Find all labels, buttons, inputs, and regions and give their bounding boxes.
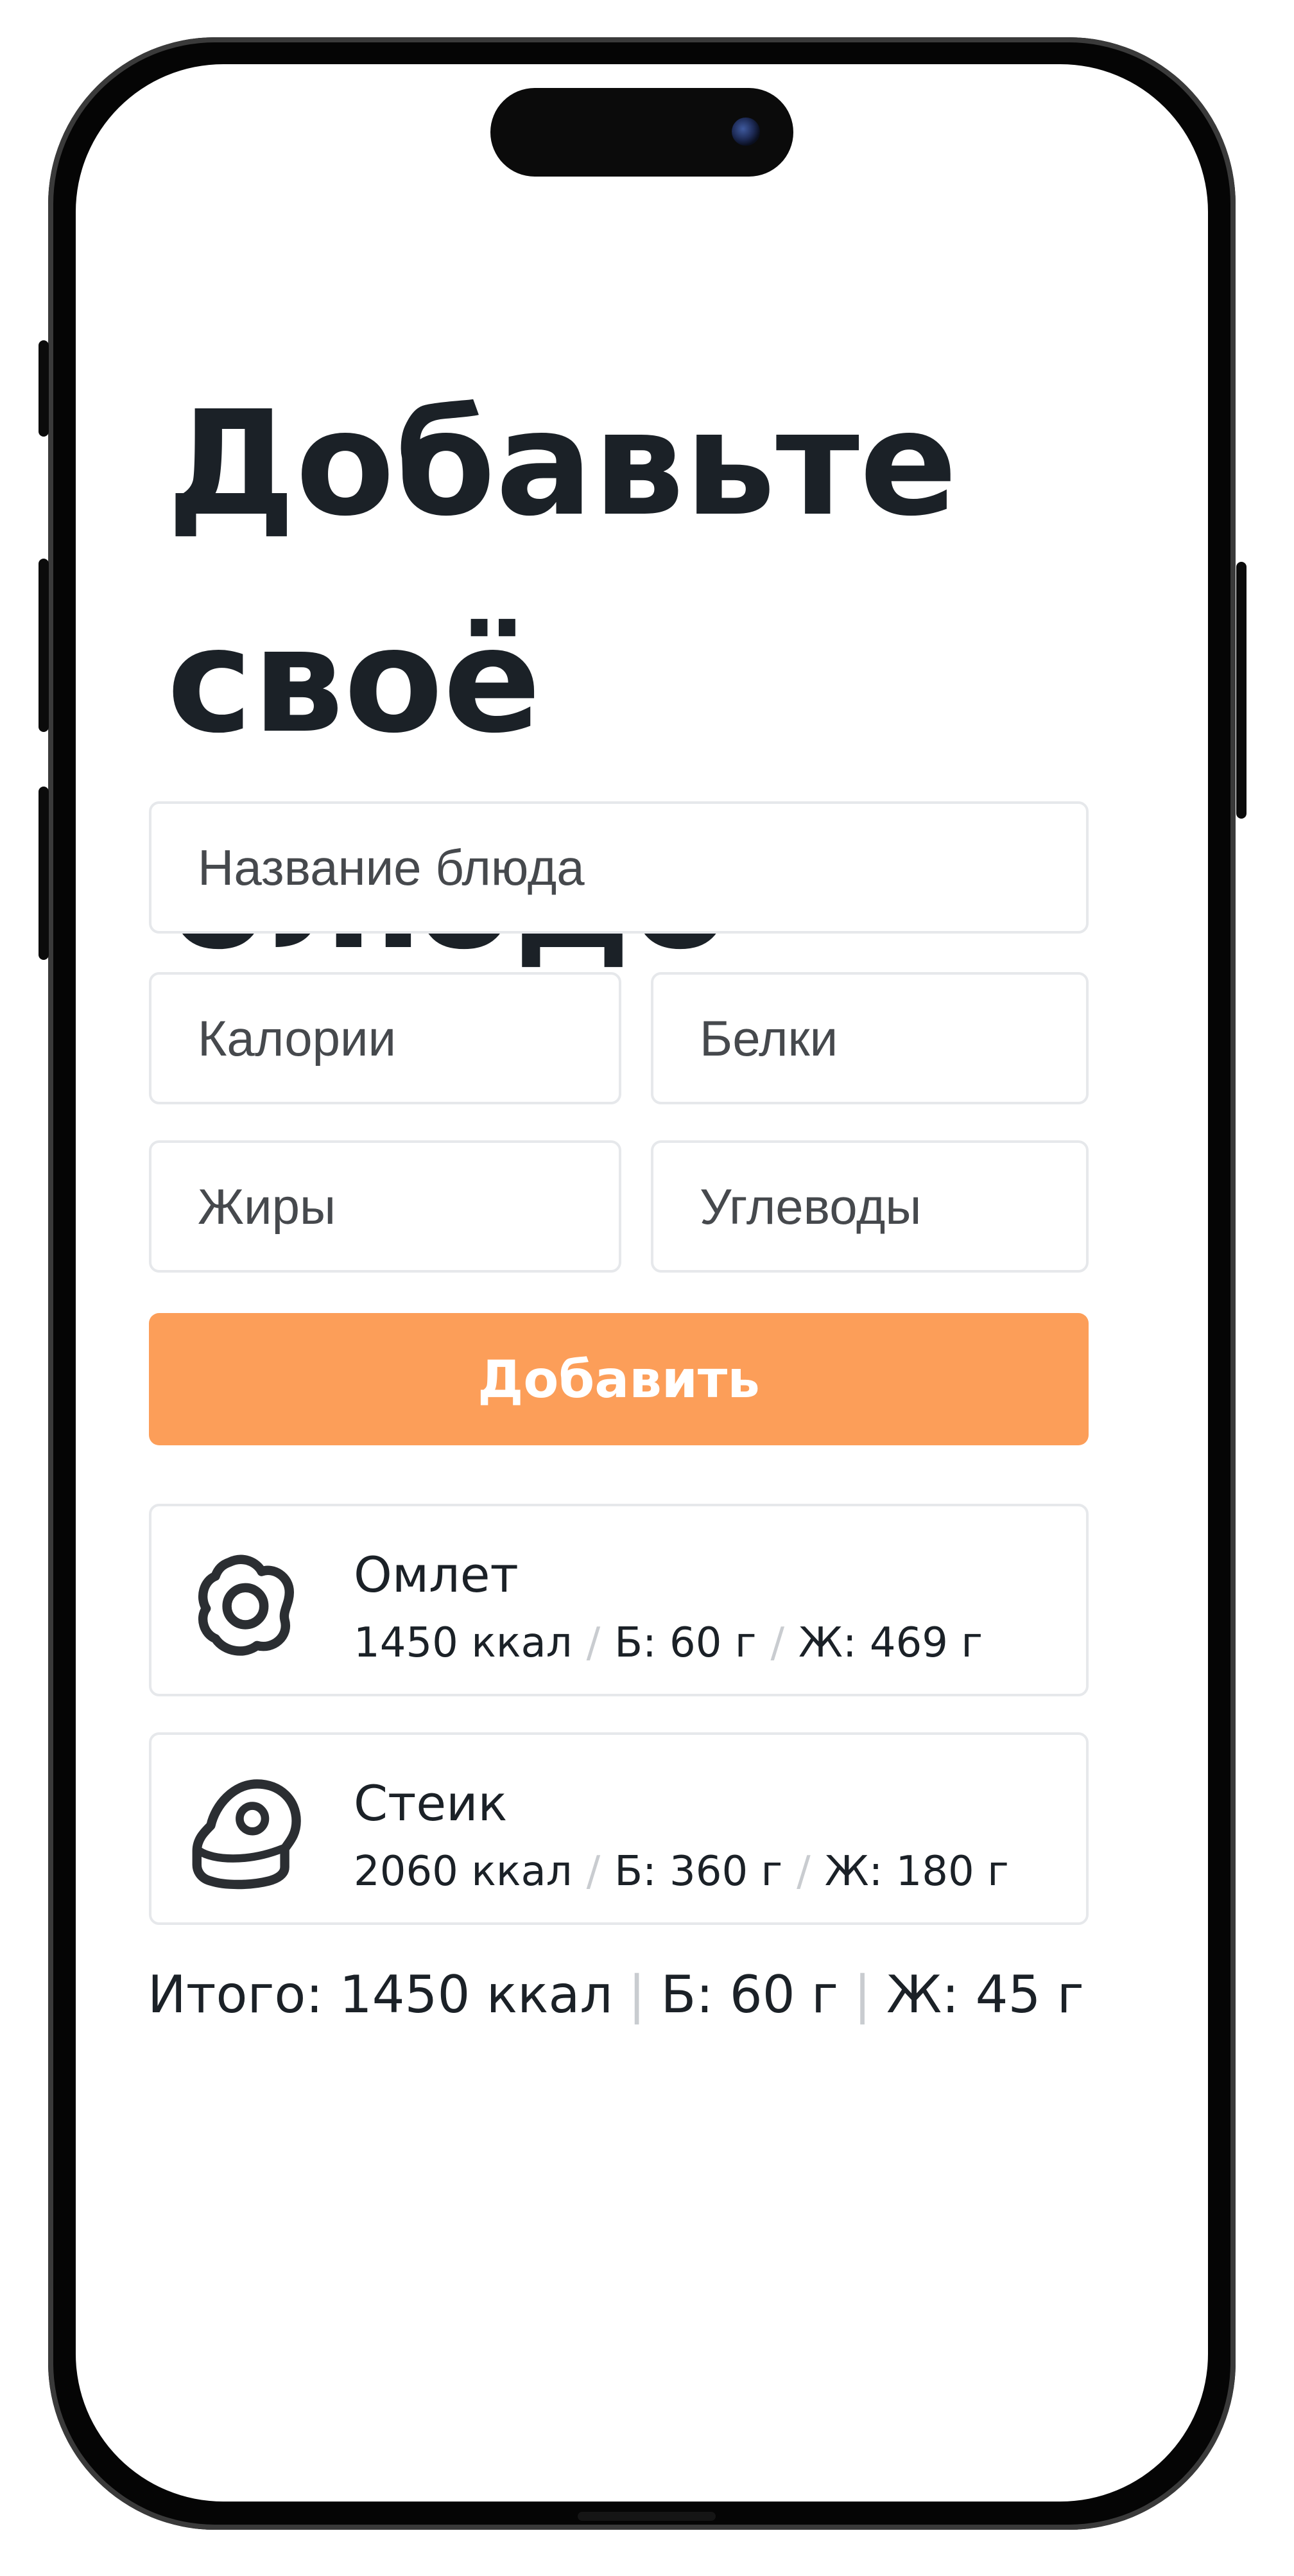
protein-input[interactable] bbox=[651, 972, 1089, 1104]
steak-icon bbox=[192, 1779, 301, 1890]
dish-fat: Ж: 469 г bbox=[798, 1619, 983, 1667]
separator: | bbox=[854, 1965, 872, 2024]
page-title-line-1: Добавьте bbox=[167, 380, 958, 548]
front-camera bbox=[732, 117, 760, 146]
separator: / bbox=[586, 1848, 601, 1895]
home-indicator bbox=[578, 2512, 716, 2521]
totals-summary: Итого: 1450 ккал | Б: 60 г | Ж: 45 г bbox=[148, 1965, 1084, 2024]
dish-protein: Б: 60 г bbox=[614, 1619, 757, 1667]
total-protein: Б: 60 г bbox=[660, 1965, 839, 2024]
dish-stats: 2060 ккал / Б: 360 г / Ж: 180 г bbox=[354, 1848, 1009, 1895]
dish-card-steak[interactable]: Стеик 2060 ккал / Б: 360 г / Ж: 180 г bbox=[149, 1732, 1089, 1925]
volume-down-button bbox=[39, 787, 49, 960]
add-dish-button[interactable]: Добавить bbox=[149, 1313, 1089, 1445]
dynamic-island bbox=[490, 88, 793, 177]
calories-input[interactable] bbox=[149, 972, 621, 1104]
page-title-line-2: своё блюдо bbox=[167, 596, 730, 982]
fried-egg-icon bbox=[198, 1554, 294, 1656]
total-fat: Ж: 45 г bbox=[886, 1965, 1084, 2024]
volume-up-button bbox=[39, 559, 49, 732]
dish-protein: Б: 360 г bbox=[614, 1848, 783, 1895]
dish-name-input[interactable] bbox=[149, 801, 1089, 934]
dish-name: Омлет bbox=[354, 1546, 519, 1603]
carbs-input[interactable] bbox=[651, 1140, 1089, 1273]
dish-calories: 2060 ккал bbox=[354, 1848, 573, 1895]
separator: / bbox=[797, 1848, 811, 1895]
separator: / bbox=[586, 1619, 601, 1667]
separator: / bbox=[770, 1619, 784, 1667]
power-button bbox=[1236, 562, 1247, 819]
fat-input[interactable] bbox=[149, 1140, 621, 1273]
dish-name: Стеик bbox=[354, 1775, 508, 1832]
dish-card-omelette[interactable]: Омлет 1450 ккал / Б: 60 г / Ж: 469 г bbox=[149, 1504, 1089, 1696]
separator: | bbox=[628, 1965, 646, 2024]
dish-stats: 1450 ккал / Б: 60 г / Ж: 469 г bbox=[354, 1619, 983, 1667]
silent-switch bbox=[39, 340, 49, 437]
total-calories: Итого: 1450 ккал bbox=[148, 1965, 613, 2024]
dish-fat: Ж: 180 г bbox=[824, 1848, 1009, 1895]
dish-calories: 1450 ккал bbox=[354, 1619, 573, 1667]
